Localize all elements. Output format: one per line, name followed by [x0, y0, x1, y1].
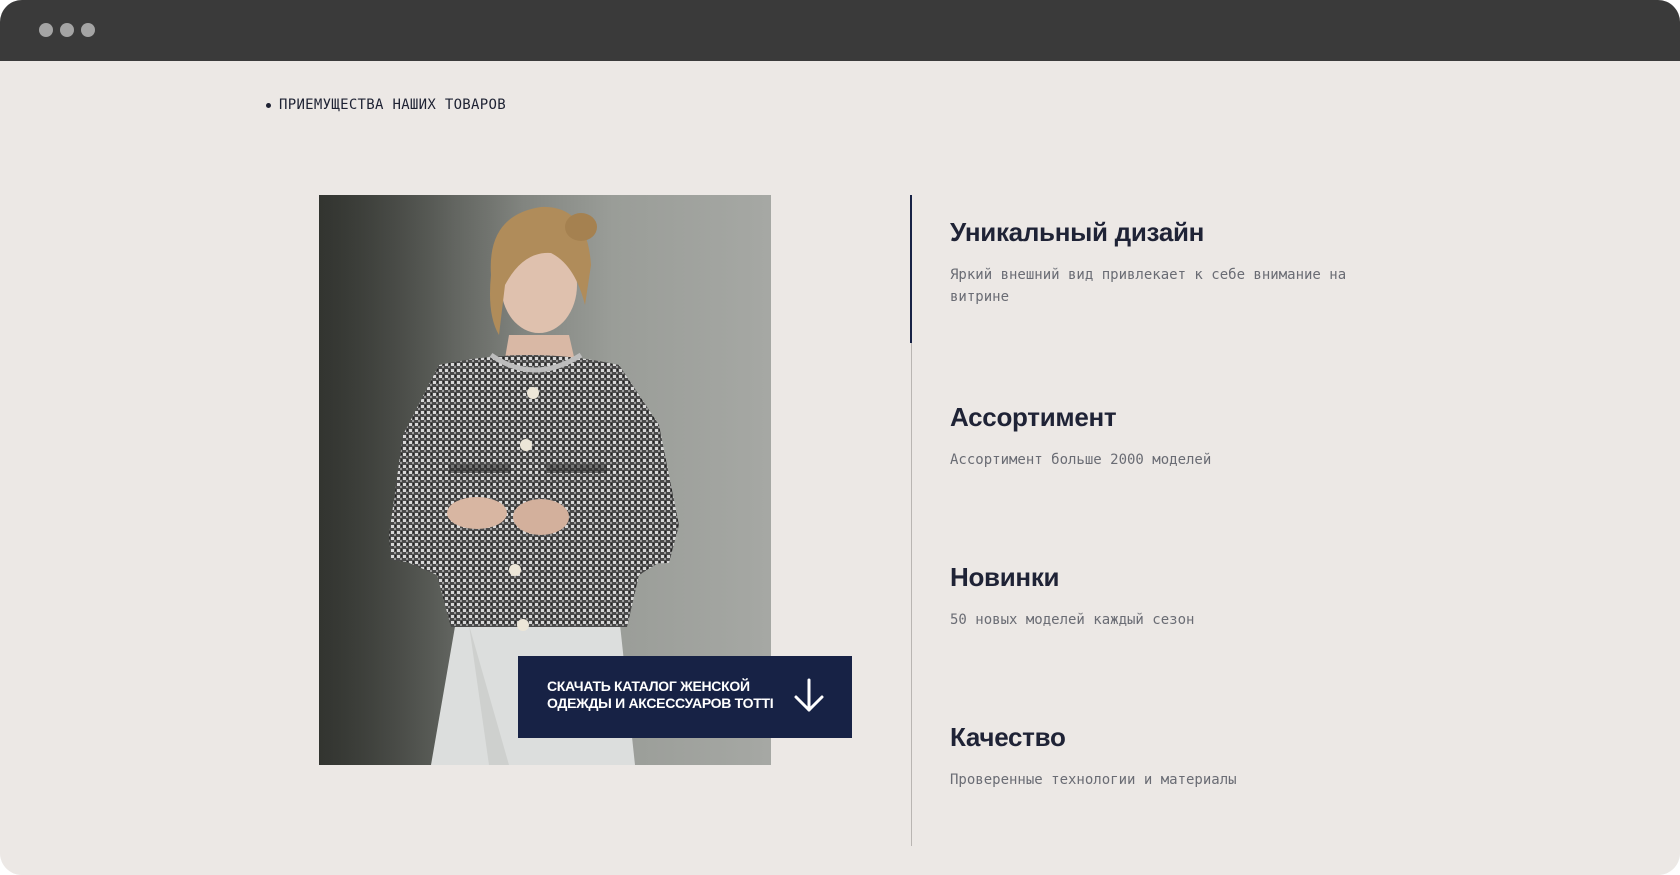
window-control-dot[interactable]	[39, 23, 53, 37]
window-control-dot[interactable]	[60, 23, 74, 37]
arrow-down-icon	[794, 678, 824, 712]
feature-description: 50 новых моделей каждый сезон	[950, 612, 1195, 628]
download-catalog-label-line: СКАЧАТЬ КАТАЛОГ ЖЕНСКОЙ	[547, 678, 750, 694]
download-catalog-label-line: ОДЕЖДЫ И АКСЕССУАРОВ TOTTI	[547, 695, 774, 711]
feature-item: Новинки 50 новых моделей каждый сезон	[950, 561, 1390, 631]
browser-window: ПРИЕМУЩЕСТВА НАШИХ ТОВАРОВ СКАЧАТЬ КАТАЛ…	[0, 0, 1680, 875]
feature-title: Новинки	[950, 562, 1060, 592]
download-catalog-label: СКАЧАТЬ КАТАЛОГ ЖЕНСКОЙ ОДЕЖДЫ И АКСЕССУ…	[547, 678, 797, 712]
features-progress-indicator	[910, 195, 912, 343]
download-catalog-button[interactable]: СКАЧАТЬ КАТАЛОГ ЖЕНСКОЙ ОДЕЖДЫ И АКСЕССУ…	[518, 656, 852, 738]
feature-item: Уникальный дизайн Яркий внешний вид прив…	[950, 216, 1390, 308]
feature-title: Уникальный дизайн	[950, 217, 1205, 247]
feature-item: Качество Проверенные технологии и матери…	[950, 721, 1390, 791]
section-label-text: ПРИЕМУЩЕСТВА НАШИХ ТОВАРОВ	[279, 97, 506, 113]
section-label: ПРИЕМУЩЕСТВА НАШИХ ТОВАРОВ	[266, 97, 506, 113]
window-control-dot[interactable]	[81, 23, 95, 37]
feature-title: Ассортимент	[950, 402, 1117, 432]
feature-description: Яркий внешний вид привлекает к себе вним…	[950, 267, 1347, 305]
feature-title: Качество	[950, 722, 1066, 752]
bullet-icon	[266, 102, 271, 108]
feature-item: Ассортимент Ассортимент больше 2000 моде…	[950, 401, 1390, 471]
page-content: ПРИЕМУЩЕСТВА НАШИХ ТОВАРОВ СКАЧАТЬ КАТАЛ…	[0, 61, 1680, 875]
window-titlebar	[0, 0, 1680, 61]
feature-description: Проверенные технологии и материалы	[950, 772, 1237, 788]
feature-description: Ассортимент больше 2000 моделей	[950, 452, 1212, 468]
